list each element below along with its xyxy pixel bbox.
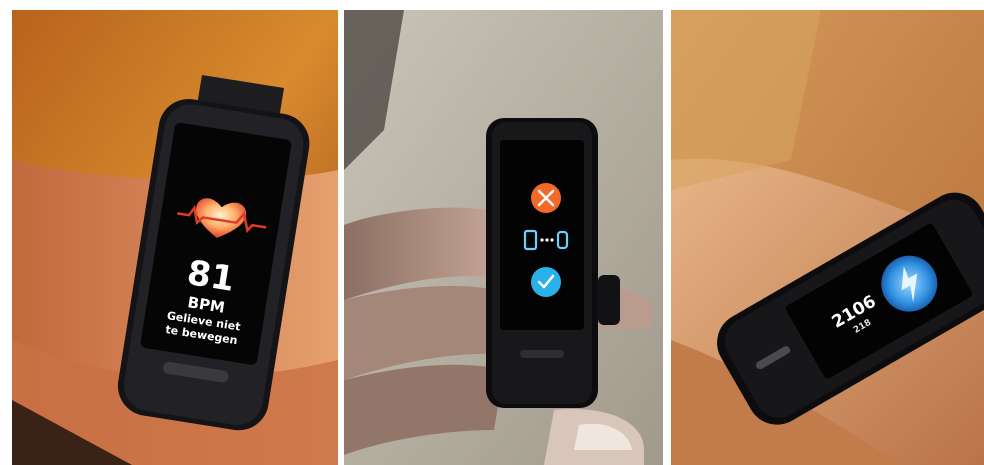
pairing-scene (344, 10, 663, 465)
heart-rate-scene: 81 BPM Gelieve niet te bewegen (12, 10, 338, 465)
steps-scene: 2106 218 (671, 10, 984, 465)
photo-pairing (344, 10, 663, 465)
accept-button[interactable] (531, 267, 561, 297)
band-button (520, 350, 564, 358)
photo-heart-rate: 81 BPM Gelieve niet te bewegen (12, 10, 338, 465)
photo-steps: 2106 218 (671, 10, 984, 465)
decline-button[interactable] (531, 183, 561, 213)
band-screen (500, 140, 584, 330)
